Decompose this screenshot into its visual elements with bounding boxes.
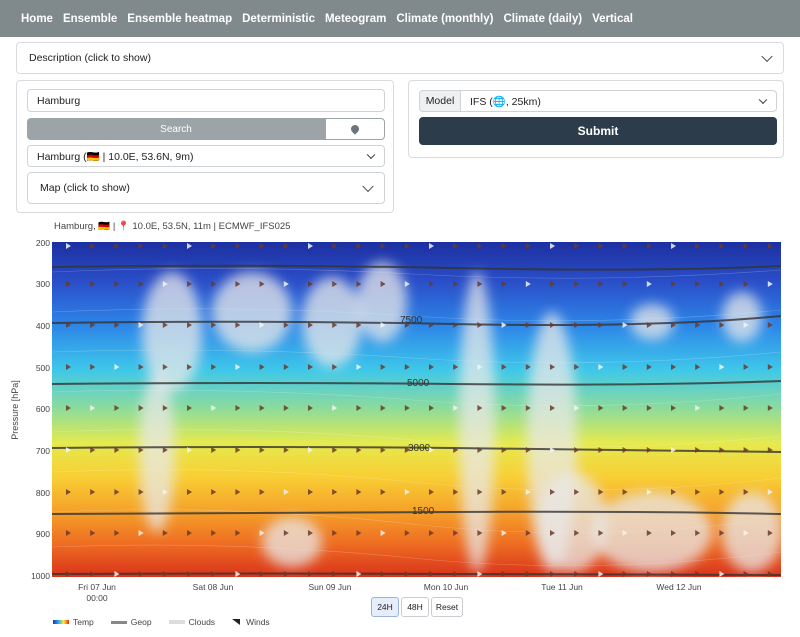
legend-geop[interactable]: Geop [110,617,152,627]
chevron-down-icon [758,95,768,105]
model-select-value: IFS (🌐, 25km) [470,95,541,108]
x-tick-label: Fri 07 Jun 00:00 [78,582,116,603]
nav-ensemble[interactable]: Ensemble [63,13,117,25]
y-tick-label: 400 [35,321,50,331]
geop-label-3000: 3000 [408,443,431,454]
location-card: Hamburg Search Hamburg (🇩🇪 | 10.0E, 53.6… [16,80,394,213]
legend-winds[interactable]: Winds [232,617,270,627]
x-tick-label: Sat 08 Jun [192,582,234,592]
y-tick-label: 900 [35,529,50,539]
zoom-24h-button[interactable]: 24H [371,597,399,617]
description-label: Description (click to show) [29,52,151,64]
geop-swatch-icon [110,620,127,624]
y-tick-label: 800 [35,488,50,498]
geop-label-5000: 5000 [407,378,430,389]
x-tick-label: Mon 10 Jun [423,582,469,592]
x-tick-label: Tue 11 Jun [541,582,583,592]
nav-deterministic[interactable]: Deterministic [242,13,315,25]
y-tick-label: 700 [35,446,50,456]
nav-ensemble-heatmap[interactable]: Ensemble heatmap [127,13,232,25]
y-tick-label: 500 [35,363,50,373]
submit-button[interactable]: Submit [419,117,777,145]
map-accordion[interactable]: Map (click to show) [27,172,385,204]
nav-climate-daily[interactable]: Climate (daily) [503,13,582,25]
plot-svg: 7500 5000 3000 1500 [52,242,781,577]
y-tick-label: 200 [35,238,50,248]
legend-clouds[interactable]: Clouds [168,617,215,627]
wind-barb-icon [232,619,241,625]
geop-label-1500: 1500 [412,506,435,517]
x-tick-label: Wed 12 Jun [656,582,702,592]
vertical-profile-plot[interactable]: 7500 5000 3000 1500 [52,242,781,577]
cloud-swatch-icon [168,620,185,624]
geolocate-button[interactable] [325,118,385,140]
chevron-down-icon [761,50,773,63]
y-tick-label: 300 [35,279,50,289]
plot-title: Hamburg, 🇩🇪 | 📍 10.0E, 53.5N, 11m | ECMW… [54,221,291,232]
nav-home[interactable]: Home [21,13,53,25]
model-card: Model IFS (🌐, 25km) Submit [408,80,784,158]
nav-vertical[interactable]: Vertical [592,13,633,25]
plot-legend: Temp Geop Clouds Winds [53,617,287,627]
map-accordion-label: Map (click to show) [40,182,130,194]
y-tick-label: 600 [35,404,50,414]
legend-temp[interactable]: Temp [53,617,94,627]
location-select[interactable]: Hamburg (🇩🇪 | 10.0E, 53.6N, 9m) [27,145,385,167]
nav-climate-monthly[interactable]: Climate (monthly) [396,13,493,25]
description-accordion[interactable]: Description (click to show) [16,42,784,74]
location-select-value: Hamburg (🇩🇪 | 10.0E, 53.6N, 9m) [37,150,194,163]
y-tick-label: 1000 [31,571,50,581]
model-select[interactable]: IFS (🌐, 25km) [460,90,777,112]
map-pin-icon [349,123,361,135]
zoom-reset-button[interactable]: Reset [431,597,463,617]
model-label: Model [419,90,461,112]
y-axis-label: Pressure [hPa] [9,380,20,440]
zoom-48h-button[interactable]: 48H [401,597,429,617]
top-navbar: Home Ensemble Ensemble heatmap Determini… [0,0,800,37]
geop-label-7500: 7500 [400,315,423,326]
chevron-down-icon [362,180,374,193]
nav-meteogram[interactable]: Meteogram [325,13,386,25]
x-tick-label: Sun 09 Jun [308,582,352,592]
location-search-input[interactable]: Hamburg [27,89,385,112]
temp-swatch-icon [53,620,69,624]
search-button[interactable]: Search [27,118,325,140]
chevron-down-icon [366,150,376,160]
